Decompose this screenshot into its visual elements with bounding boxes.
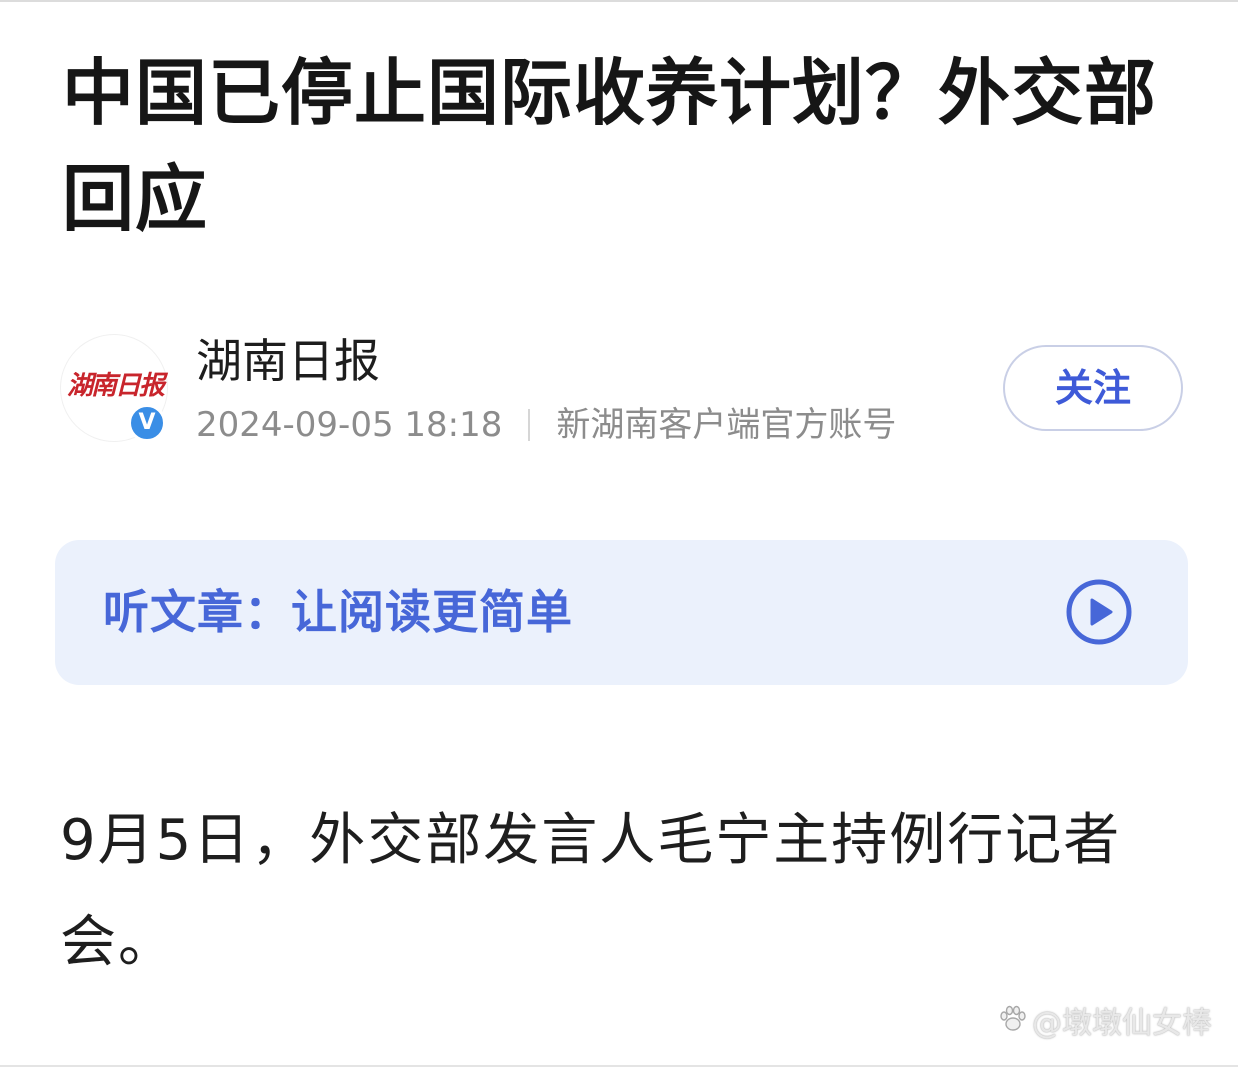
listen-article-card[interactable]: 听文章：让阅读更简单 (55, 540, 1188, 685)
listen-article-label: 听文章：让阅读更简单 (103, 585, 573, 639)
author-row: 湖南日报 V 湖南日报 2024-09-05 18:18 新湖南客户端官方账号 关… (60, 330, 1186, 450)
verified-icon: V (128, 404, 166, 442)
meta-divider (528, 408, 531, 441)
article-body-paragraph: 9月5日，外交部发言人毛宁主持例行记者会。 (60, 808, 1122, 975)
play-circle-icon[interactable] (1065, 578, 1133, 646)
newspaper-logo: 湖南日报 (66, 371, 165, 401)
publish-time: 2024-09-05 18:18 (196, 405, 503, 445)
watermark-text: @墩墩仙女棒 (1032, 1006, 1212, 1041)
watermark: @墩墩仙女棒 (998, 1004, 1212, 1044)
follow-button[interactable]: 关注 (1003, 345, 1183, 431)
article-title: 中国已停止国际收养计划？外交部回应 (62, 51, 1158, 241)
account-description: 新湖南客户端官方账号 (556, 405, 897, 445)
top-divider (0, 0, 1238, 2)
paw-icon (1000, 1005, 1026, 1031)
author-name[interactable]: 湖南日报 (196, 330, 380, 392)
author-meta: 2024-09-05 18:18 新湖南客户端官方账号 (196, 402, 896, 448)
